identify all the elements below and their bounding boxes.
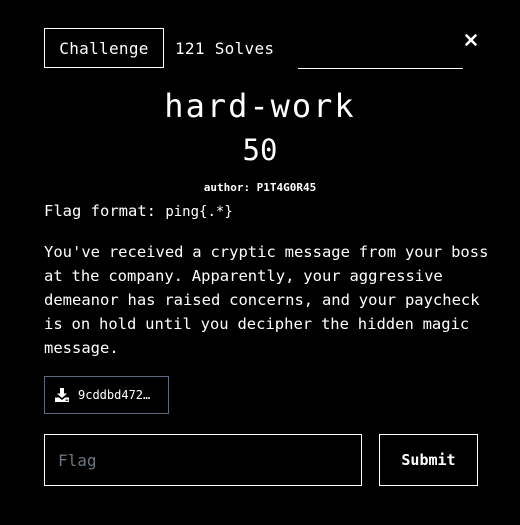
- tab-solves[interactable]: 121 Solves: [175, 28, 274, 68]
- submit-button[interactable]: Submit: [379, 434, 478, 486]
- download-icon: [55, 388, 69, 402]
- file-name: 9cddbd472…: [78, 388, 151, 402]
- close-button[interactable]: [462, 31, 480, 49]
- challenge-description: You've received a cryptic message from y…: [44, 243, 489, 357]
- challenge-author: author: P1T4G0R45: [203, 181, 317, 194]
- flag-input[interactable]: [44, 434, 362, 486]
- flag-format: Flag format: ping{.*}: [44, 201, 233, 222]
- challenge-points: 50: [242, 133, 278, 167]
- flag-format-label: Flag format:: [44, 202, 156, 220]
- challenge-tabs: Challenge 121 Solves: [44, 28, 464, 70]
- challenge-modal: Challenge 121 Solves hard-work 50 author…: [0, 0, 520, 525]
- tab-underline: [298, 68, 463, 69]
- flag-format-value: ping{.*}: [165, 204, 233, 220]
- tab-challenge[interactable]: Challenge: [44, 28, 164, 68]
- file-download-button[interactable]: 9cddbd472…: [44, 376, 169, 414]
- close-icon: [465, 34, 477, 46]
- challenge-title: hard-work: [164, 87, 356, 125]
